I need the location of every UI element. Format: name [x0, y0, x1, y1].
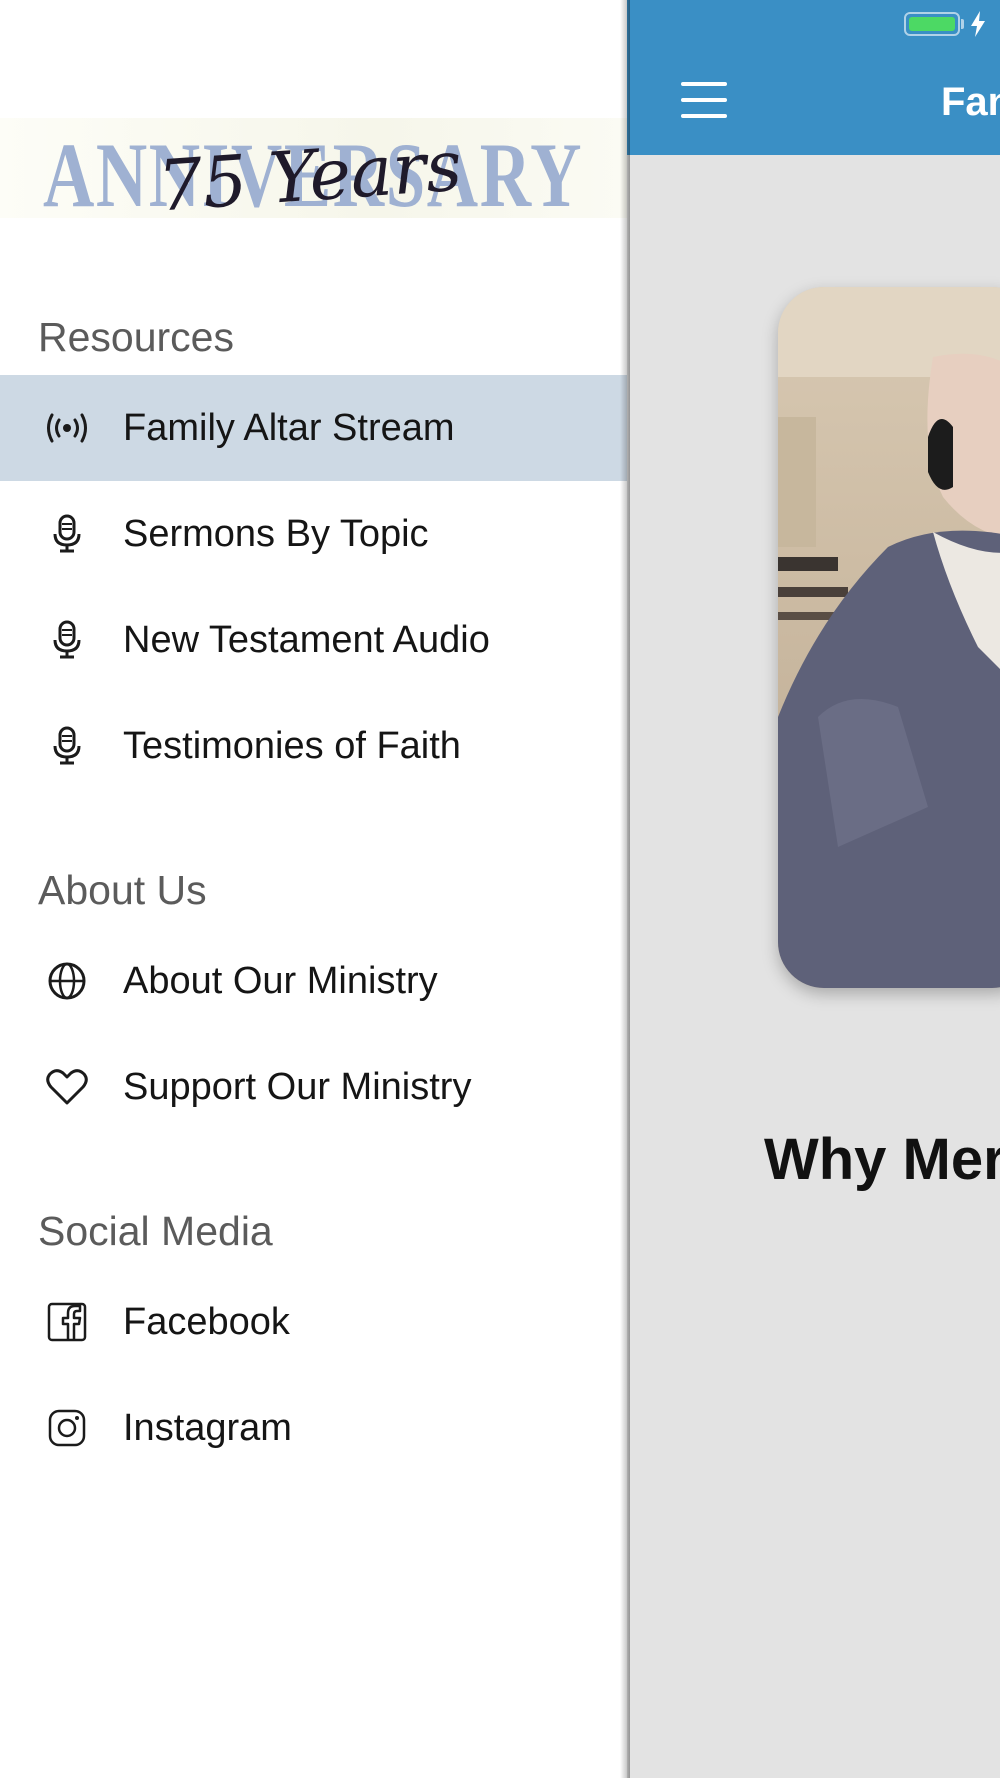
- nav-item-label: Facebook: [123, 1300, 290, 1343]
- nav-item-label: Sermons By Topic: [123, 512, 429, 555]
- nav-item-facebook[interactable]: Facebook: [0, 1269, 627, 1375]
- nav-item-family-altar-stream[interactable]: Family Altar Stream: [0, 375, 627, 481]
- anniversary-logo: ANNIVERSARY 75 Years: [0, 118, 627, 218]
- section-header-resources: Resources: [38, 314, 234, 360]
- battery-icon: [904, 12, 960, 36]
- charging-bolt-icon: [971, 11, 985, 37]
- nav-item-testimonies-of-faith[interactable]: Testimonies of Faith: [0, 693, 627, 799]
- heart-icon: [39, 1059, 95, 1115]
- nav-item-label: Testimonies of Faith: [123, 724, 461, 767]
- nav-item-support-our-ministry[interactable]: Support Our Ministry: [0, 1034, 627, 1140]
- globe-icon: [39, 953, 95, 1009]
- nav-item-label: New Testament Audio: [123, 618, 490, 661]
- main-content: Fan Why Mer: [627, 0, 1000, 1778]
- nav-item-new-testament-audio[interactable]: New Testament Audio: [0, 587, 627, 693]
- content-heading: Why Mer: [764, 1127, 1000, 1192]
- microphone-icon: [39, 718, 95, 774]
- microphone-icon: [39, 612, 95, 668]
- nav-item-label: Family Altar Stream: [123, 406, 455, 449]
- nav-item-label: About Our Ministry: [123, 959, 438, 1002]
- section-header-social-media: Social Media: [38, 1208, 273, 1254]
- instagram-icon: [39, 1400, 95, 1456]
- nav-item-label: Support Our Ministry: [123, 1065, 472, 1108]
- nav-item-sermons-by-topic[interactable]: Sermons By Topic: [0, 481, 627, 587]
- top-app-bar: Fan: [627, 0, 1000, 155]
- hamburger-menu-icon[interactable]: [681, 82, 727, 118]
- nav-item-label: Instagram: [123, 1406, 292, 1449]
- navigation-drawer: ANNIVERSARY 75 Years Resources Family Al…: [0, 0, 627, 1778]
- broadcast-icon: [39, 400, 95, 456]
- nav-item-about-our-ministry[interactable]: About Our Ministry: [0, 928, 627, 1034]
- nav-item-instagram[interactable]: Instagram: [0, 1375, 627, 1481]
- featured-photo[interactable]: [778, 287, 1000, 988]
- section-header-about-us: About Us: [38, 867, 207, 913]
- facebook-icon: [39, 1294, 95, 1350]
- page-title: Fan: [941, 80, 1000, 124]
- microphone-icon: [39, 506, 95, 562]
